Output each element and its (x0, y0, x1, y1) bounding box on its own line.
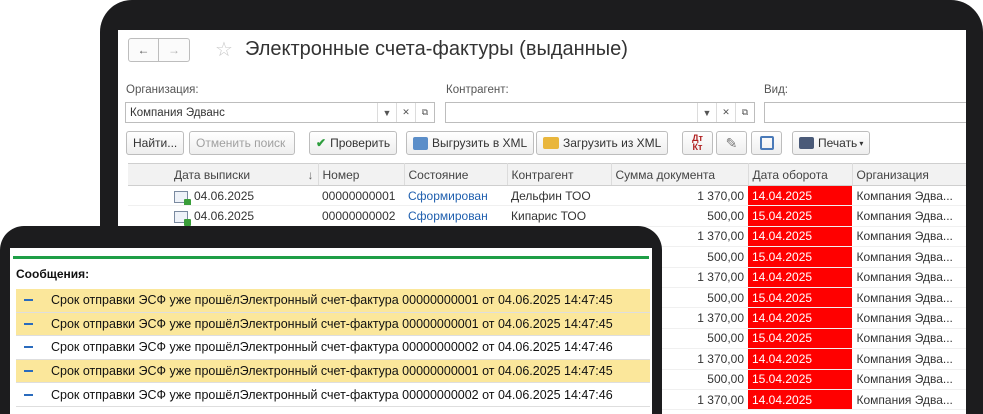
print-button[interactable]: Печать ▾ (792, 131, 871, 155)
debit-credit-icon: Дт Кт (692, 133, 703, 152)
table-row[interactable]: 04.06.2025 00000000001 Сформирован Дельф… (128, 185, 966, 207)
structure-icon (759, 136, 774, 150)
table-row[interactable]: 04.06.2025 00000000002 Сформирован Кипар… (128, 205, 966, 227)
cancel-search-label: Отменить поиск (196, 136, 286, 150)
clear-icon[interactable]: ✕ (716, 103, 735, 122)
dash-icon (24, 346, 33, 349)
paperclip-icon: ✎ (725, 134, 738, 151)
column-header[interactable]: Сумма документа (611, 163, 749, 186)
check-label: Проверить (330, 136, 391, 150)
attach-button[interactable]: ✎ (716, 131, 747, 155)
messages-panel: Сообщения: Срок отправки ЭСФ уже прошёлЭ… (10, 248, 652, 414)
back-button[interactable]: ← (128, 38, 159, 62)
export-xml-button[interactable]: Выгрузить в XML (406, 131, 535, 155)
arrow-right-icon: → (168, 43, 180, 57)
accent-divider (13, 256, 649, 259)
debit-credit-button[interactable]: Дт Кт (682, 131, 713, 155)
import-xml-button[interactable]: Загрузить из XML (536, 131, 669, 155)
organization-label: Организация: (126, 84, 199, 96)
messages-list: Срок отправки ЭСФ уже прошёлЭлектронный … (16, 289, 650, 407)
find-label: Найти... (133, 136, 178, 150)
page-title: Электронные счета-фактуры (выданные) (245, 38, 628, 60)
messages-title: Сообщения: (16, 267, 90, 281)
find-button[interactable]: Найти... (126, 131, 185, 155)
column-header[interactable]: Номер (318, 163, 405, 186)
structure-button[interactable] (751, 131, 782, 155)
export-xml-icon (413, 136, 428, 150)
forward-button[interactable]: → (159, 38, 190, 62)
message-item[interactable]: Срок отправки ЭСФ уже прошёлЭлектронный … (16, 336, 650, 360)
cancel-search-button[interactable]: Отменить поиск (189, 131, 295, 155)
dash-icon (24, 299, 33, 302)
open-icon[interactable]: ⧉ (415, 103, 434, 122)
checkmark-icon: ✔ (316, 136, 327, 150)
organization-field[interactable]: Компания Эдванс ▼ ✕ ⧉ (125, 102, 435, 123)
sort-arrow-icon: ↓ (307, 167, 314, 182)
printer-icon (799, 137, 814, 149)
kind-label: Вид: (764, 84, 788, 96)
column-header[interactable]: Дата оборота (748, 163, 853, 186)
check-button[interactable]: ✔ Проверить (309, 131, 398, 155)
export-xml-label: Выгрузить в XML (432, 136, 528, 150)
star-icon[interactable]: ☆ (215, 37, 233, 62)
import-xml-label: Загрузить из XML (563, 136, 662, 150)
message-item[interactable]: Срок отправки ЭСФ уже прошёлЭлектронный … (16, 312, 650, 337)
message-item[interactable]: Срок отправки ЭСФ уже прошёлЭлектронный … (16, 359, 650, 384)
table-header: Дата выписки ↓ Номер Состояние Контрагент… (128, 163, 966, 186)
document-icon (174, 190, 191, 205)
dash-icon (24, 393, 33, 396)
column-header[interactable]: Дата выписки ↓ (128, 163, 319, 186)
print-label: Печать (818, 136, 858, 150)
clear-icon[interactable]: ✕ (396, 103, 415, 122)
dash-icon (24, 322, 33, 325)
open-icon[interactable]: ⧉ (735, 103, 754, 122)
document-icon (174, 210, 191, 226)
kind-field[interactable] (764, 102, 966, 123)
organization-value: Компания Эдванс (130, 106, 225, 119)
column-header[interactable]: Контрагент (507, 163, 612, 186)
message-item[interactable]: Срок отправки ЭСФ уже прошёлЭлектронный … (16, 289, 650, 313)
folder-icon (543, 137, 559, 149)
counterparty-field[interactable]: ▼ ✕ ⧉ (445, 102, 755, 123)
nav-buttons: ← → (128, 38, 190, 62)
column-header[interactable]: Состояние (404, 163, 508, 186)
message-item[interactable]: Срок отправки ЭСФ уже прошёлЭлектронный … (16, 383, 650, 407)
chevron-down-icon: ▾ (859, 138, 864, 148)
dropdown-icon[interactable]: ▼ (697, 103, 716, 122)
dash-icon (24, 370, 33, 373)
arrow-left-icon: ← (137, 43, 150, 57)
column-header[interactable]: Организация (852, 163, 966, 186)
dropdown-icon[interactable]: ▼ (377, 103, 396, 122)
counterparty-label: Контрагент: (446, 84, 509, 96)
